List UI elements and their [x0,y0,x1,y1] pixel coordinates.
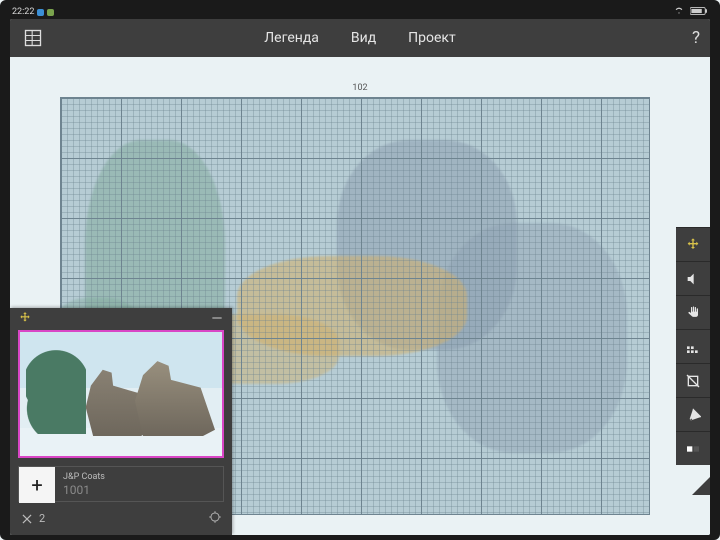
app-bar: Легенда Вид Проект ? [10,19,710,57]
tab-legend[interactable]: Легенда [264,19,319,57]
tool-column [676,227,710,465]
status-bar: 22:22 [10,5,710,19]
thread-brand: J&P Coats [63,472,215,482]
stitches-count: 2 [39,512,45,525]
move-tool[interactable] [676,227,710,261]
app-menu-button[interactable] [10,28,56,48]
palette-toggle[interactable] [676,431,710,465]
notif-icon-2 [47,9,54,16]
battery-icon [690,6,708,19]
thread-code: 1001 [63,483,215,497]
status-time: 22:22 [12,7,34,17]
thread-row[interactable]: + J&P Coats 1001 [18,466,224,502]
tab-view[interactable]: Вид [351,19,376,57]
notif-icon [37,9,44,16]
pan-tool[interactable] [676,295,710,329]
tab-project[interactable]: Проект [408,19,456,57]
close-x-icon [20,512,34,526]
help-button[interactable]: ? [692,19,700,57]
mini-move-icon[interactable] [18,310,32,329]
mini-preview[interactable] [18,330,224,458]
wifi-icon [673,6,685,19]
mini-minimize-button[interactable] [210,310,224,329]
add-thread-button[interactable]: + [19,467,55,503]
grid-step-tool[interactable] [676,329,710,363]
mini-panel: + J&P Coats 1001 2 [10,308,232,535]
crop-tool[interactable] [676,363,710,397]
collapse-tools-button[interactable] [692,477,710,495]
goto-target-button[interactable] [208,510,222,527]
marker-tool[interactable] [676,397,710,431]
ruler-top-label: 102 [352,83,367,93]
canvas-area[interactable]: 102 71 [10,57,710,535]
sound-toggle[interactable] [676,261,710,295]
